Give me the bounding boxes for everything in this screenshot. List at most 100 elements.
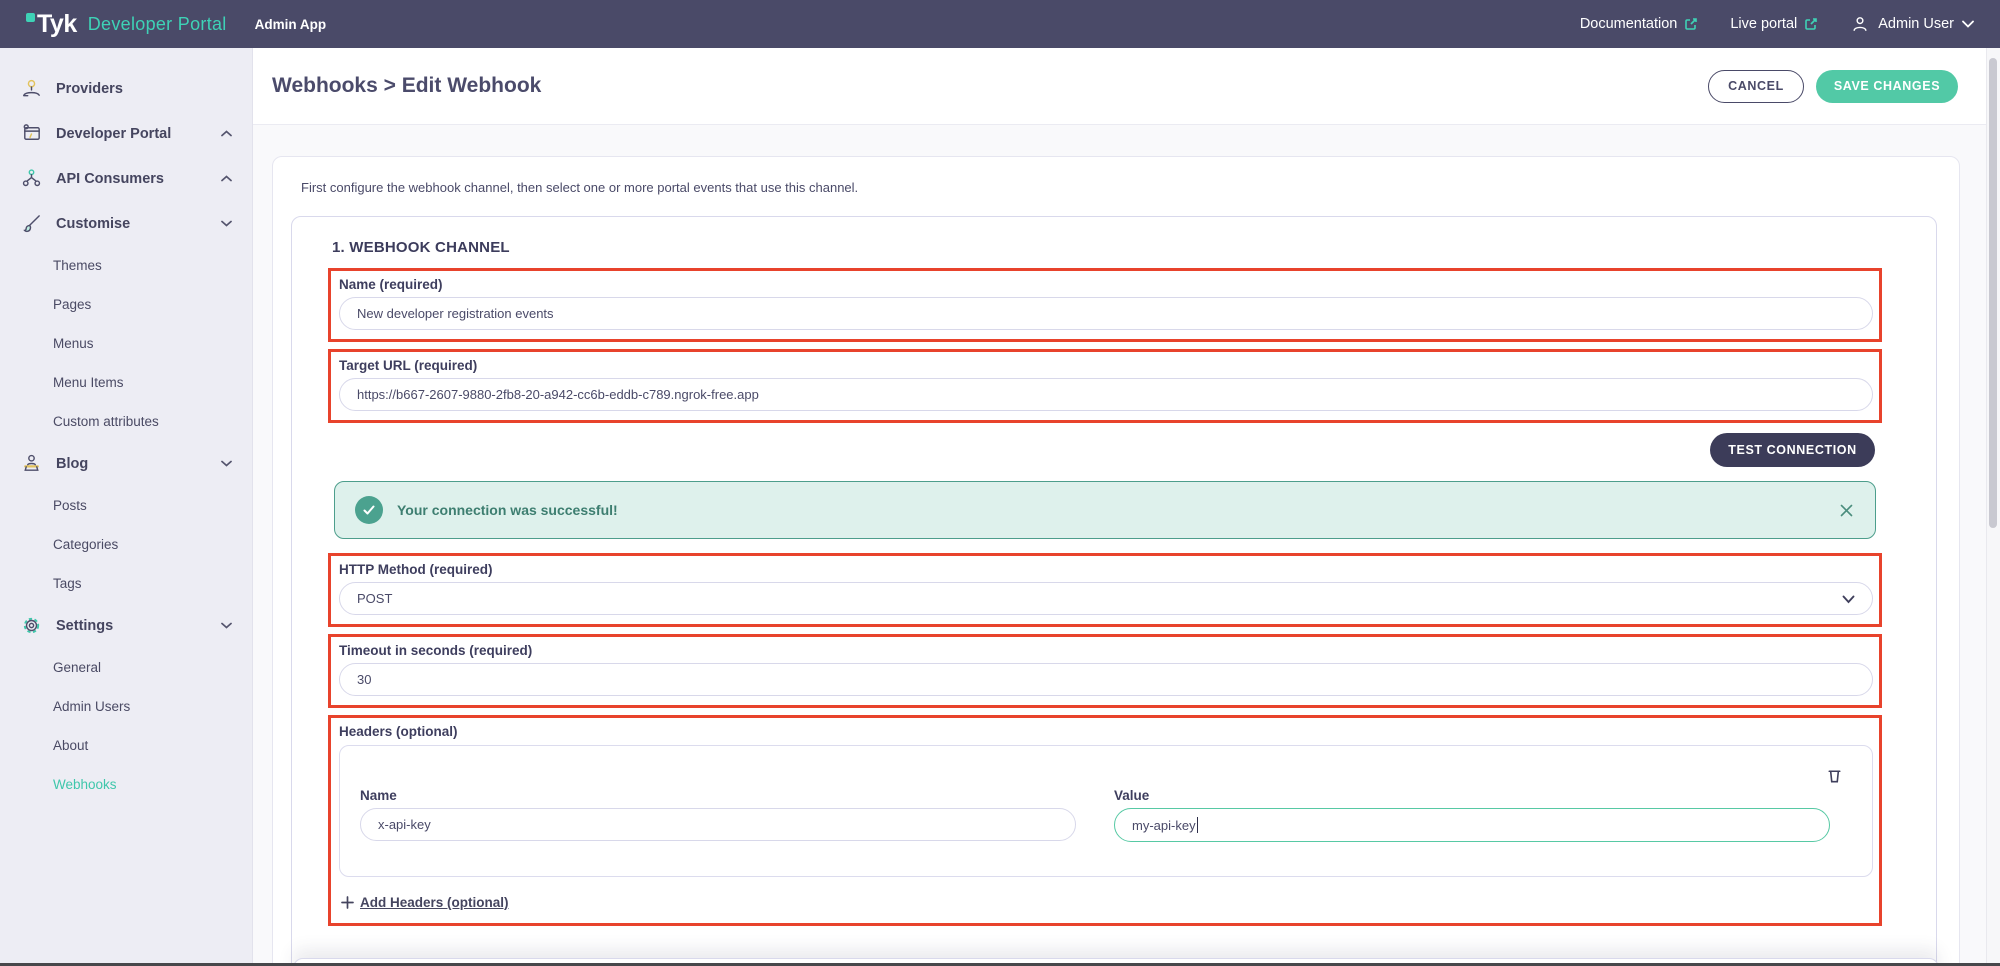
- tyk-logo-text: Tyk: [37, 10, 77, 39]
- close-icon[interactable]: [1837, 501, 1855, 519]
- topbar-right: Documentation Live portal: [1580, 14, 1974, 34]
- sidebar-item-developer-portal[interactable]: Developer Portal: [0, 111, 252, 156]
- annotation-box-headers: Headers (optional) Name Value: [328, 715, 1882, 926]
- live-portal-link[interactable]: Live portal: [1730, 16, 1818, 32]
- sidebar-item-providers[interactable]: Providers: [0, 66, 252, 111]
- sidebar-item-customise[interactable]: Customise: [0, 201, 252, 246]
- headers-label: Headers (optional): [339, 724, 1873, 739]
- timeout-label: Timeout in seconds (required): [339, 643, 1873, 658]
- header-name-input[interactable]: [360, 808, 1076, 841]
- documentation-link-label: Documentation: [1580, 16, 1678, 32]
- chevron-down-icon: [1962, 20, 1974, 28]
- sidebar-item-settings[interactable]: Settings: [0, 603, 252, 648]
- success-alert: Your connection was successful!: [334, 481, 1876, 539]
- success-alert-message: Your connection was successful!: [397, 502, 618, 518]
- chevron-down-icon: [221, 220, 232, 227]
- name-input[interactable]: [339, 297, 1873, 330]
- header-name-column: Name: [360, 788, 1076, 842]
- cancel-button[interactable]: CANCEL: [1708, 70, 1804, 103]
- user-icon: [1850, 14, 1870, 34]
- developer-portal-icon: [20, 122, 43, 145]
- header-value-label: Value: [1114, 788, 1830, 803]
- external-link-icon: [1684, 17, 1698, 31]
- http-method-select[interactable]: POST: [339, 582, 1873, 615]
- check-circle-icon: [355, 496, 383, 524]
- page-header: Webhooks > Edit Webhook CANCEL SAVE CHAN…: [253, 48, 2000, 125]
- annotation-box-http-method: HTTP Method (required) POST: [328, 553, 1882, 627]
- http-method-value: POST: [357, 591, 392, 606]
- sidebar-item-api-consumers[interactable]: API Consumers: [0, 156, 252, 201]
- app-label: Admin App: [255, 17, 327, 32]
- sidebar-item-label: Developer Portal: [56, 126, 208, 142]
- intro-text: First configure the webhook channel, the…: [301, 180, 1959, 195]
- header-value-input[interactable]: my-api-key: [1114, 808, 1830, 842]
- breadcrumb: Webhooks > Edit Webhook: [272, 74, 541, 98]
- header-value-column: Value my-api-key: [1114, 788, 1830, 842]
- customise-icon: [20, 212, 43, 235]
- sidebar-item-posts[interactable]: Posts: [0, 486, 252, 525]
- user-menu[interactable]: Admin User: [1850, 14, 1974, 34]
- save-changes-button[interactable]: SAVE CHANGES: [1816, 70, 1958, 103]
- settings-icon: [20, 614, 43, 637]
- scrollbar-thumb[interactable]: [1989, 58, 1997, 528]
- plus-icon: [341, 896, 354, 909]
- header-buttons: CANCEL SAVE CHANGES: [1708, 70, 1958, 103]
- live-portal-link-label: Live portal: [1730, 16, 1797, 32]
- sidebar-item-admin-users[interactable]: Admin Users: [0, 687, 252, 726]
- webhook-form-card: First configure the webhook channel, the…: [272, 156, 1960, 966]
- header-value-text: my-api-key: [1132, 818, 1196, 833]
- text-cursor: [1197, 817, 1199, 833]
- sidebar-item-label: Settings: [56, 618, 208, 634]
- providers-icon: [20, 77, 43, 100]
- add-headers-link[interactable]: Add Headers (optional): [341, 895, 509, 910]
- target-url-input[interactable]: [339, 378, 1873, 411]
- sidebar-item-pages[interactable]: Pages: [0, 285, 252, 324]
- scrollbar-track[interactable]: [1986, 48, 2000, 966]
- product-name: Developer Portal: [88, 14, 227, 35]
- user-name: Admin User: [1878, 16, 1954, 32]
- name-label: Name (required): [339, 277, 1873, 292]
- sidebar-item-general[interactable]: General: [0, 648, 252, 687]
- sidebar-item-tags[interactable]: Tags: [0, 564, 252, 603]
- sidebar-item-menus[interactable]: Menus: [0, 324, 252, 363]
- section-title: 1. WEBHOOK CHANNEL: [332, 239, 1882, 256]
- sidebar-item-webhooks[interactable]: Webhooks: [0, 765, 252, 804]
- headers-row: Name Value my-api-key: [339, 745, 1873, 877]
- content-area: First configure the webhook channel, the…: [253, 125, 2000, 966]
- sidebar-item-custom-attributes[interactable]: Custom attributes: [0, 402, 252, 441]
- app-window: Tyk Developer Portal Admin App Documenta…: [0, 0, 2000, 966]
- annotation-box-target-url: Target URL (required): [328, 349, 1882, 423]
- sidebar-item-about[interactable]: About: [0, 726, 252, 765]
- http-method-label: HTTP Method (required): [339, 562, 1873, 577]
- chevron-down-icon: [221, 622, 232, 629]
- sidebar-item-menu-items[interactable]: Menu Items: [0, 363, 252, 402]
- header-name-label: Name: [360, 788, 1076, 803]
- sidebar-item-categories[interactable]: Categories: [0, 525, 252, 564]
- api-consumers-icon: [20, 167, 43, 190]
- sidebar-item-label: API Consumers: [56, 171, 208, 187]
- documentation-link[interactable]: Documentation: [1580, 16, 1699, 32]
- sidebar-item-label: Blog: [56, 456, 208, 472]
- target-url-label: Target URL (required): [339, 358, 1873, 373]
- test-connection-row: TEST CONNECTION: [328, 433, 1875, 467]
- blog-icon: [20, 452, 43, 475]
- annotation-box-timeout: Timeout in seconds (required): [328, 634, 1882, 708]
- sidebar-item-blog[interactable]: Blog: [0, 441, 252, 486]
- tyk-logo[interactable]: Tyk Developer Portal: [26, 10, 227, 39]
- sidebar-item-label: Customise: [56, 216, 208, 232]
- tyk-logo-square-icon: [26, 13, 35, 22]
- chevron-down-icon: [1842, 595, 1855, 604]
- annotation-box-name: Name (required): [328, 268, 1882, 342]
- trash-icon[interactable]: [1825, 766, 1844, 786]
- sidebar-item-label: Providers: [56, 81, 232, 97]
- chevron-down-icon: [221, 460, 232, 467]
- add-headers-label: Add Headers (optional): [360, 895, 509, 910]
- chevron-up-icon: [221, 175, 232, 182]
- chevron-up-icon: [221, 130, 232, 137]
- timeout-input[interactable]: [339, 663, 1873, 696]
- sidebar-item-themes[interactable]: Themes: [0, 246, 252, 285]
- test-connection-button[interactable]: TEST CONNECTION: [1710, 433, 1875, 467]
- sidebar: Providers Developer Portal: [0, 48, 253, 966]
- external-link-icon: [1804, 17, 1818, 31]
- topbar: Tyk Developer Portal Admin App Documenta…: [0, 0, 2000, 48]
